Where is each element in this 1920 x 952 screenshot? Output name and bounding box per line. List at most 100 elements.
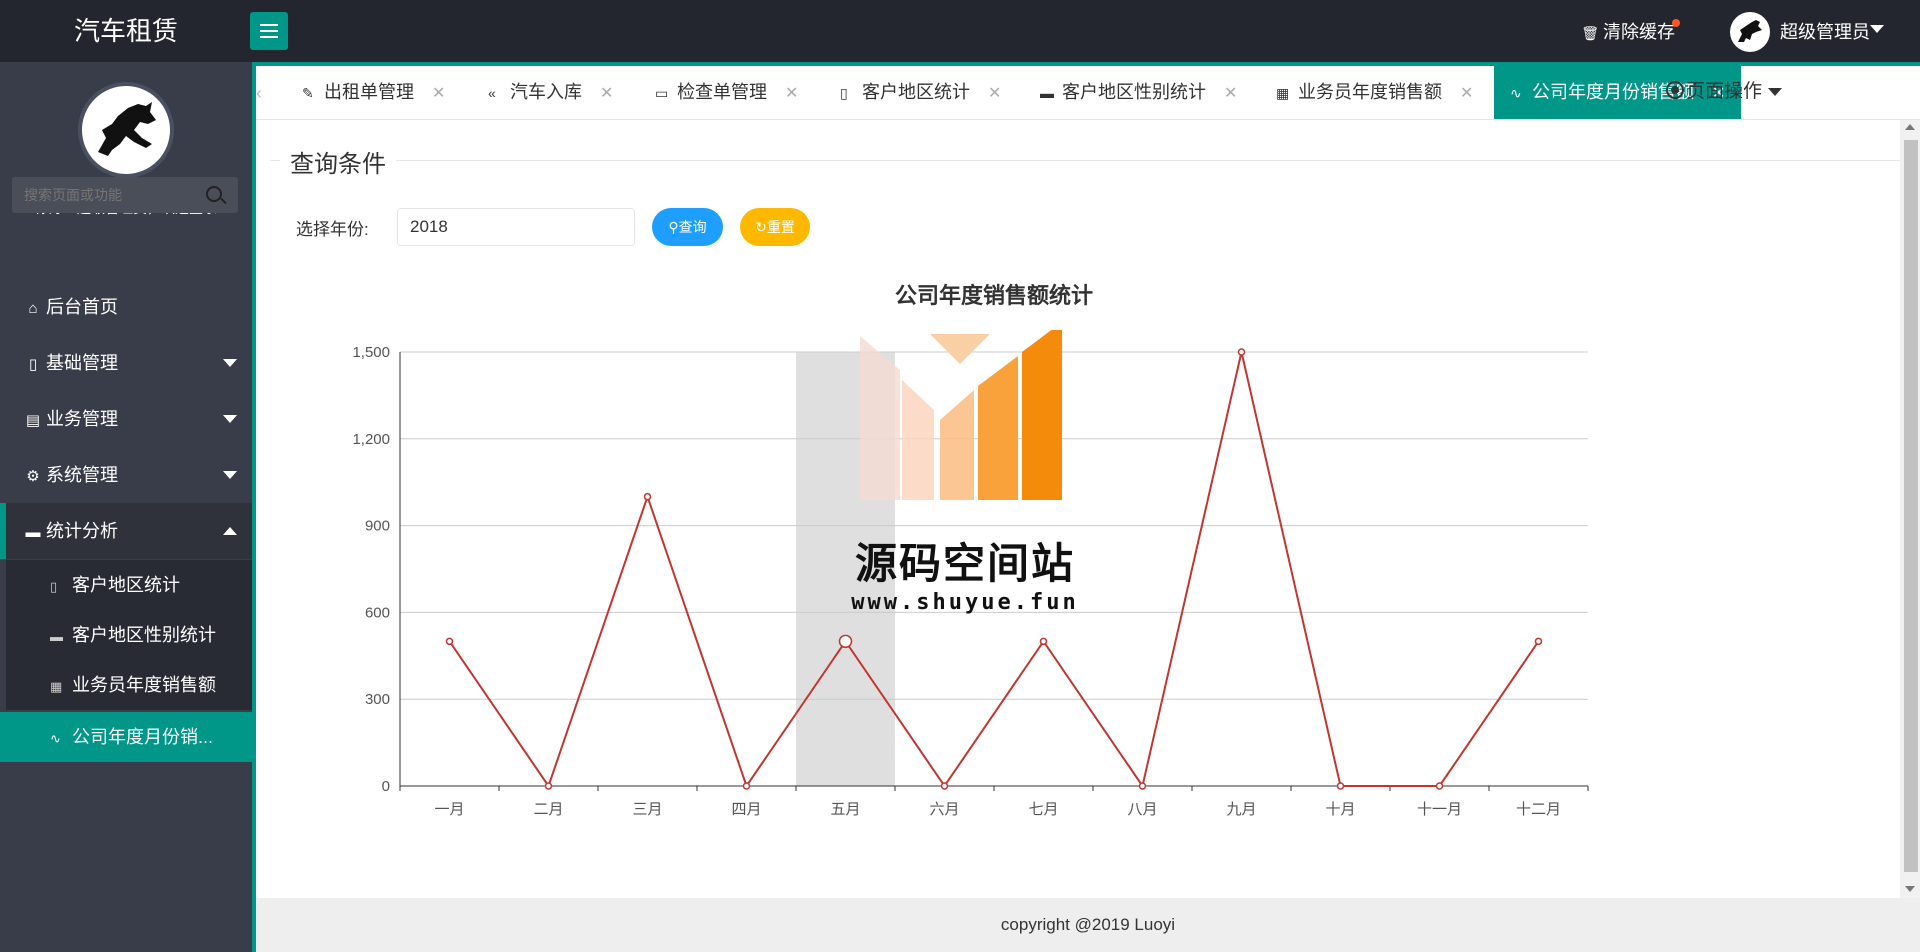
sidebar-item-system[interactable]: ⚙ 系统管理 (0, 447, 252, 503)
data-point (1138, 782, 1147, 790)
sidebar-subitem-company-monthly[interactable]: ∿ 公司年度月份销... (0, 712, 252, 762)
x-tick-label: 九月 (1226, 801, 1256, 818)
close-icon[interactable]: ✕ (785, 85, 798, 102)
close-icon[interactable]: ✕ (432, 85, 445, 102)
y-tick-label: 1,200 (352, 431, 390, 448)
x-tick-label: 五月 (830, 801, 860, 818)
caret-down-icon[interactable] (1870, 25, 1884, 33)
sidebar-item-statistics[interactable]: ▬ 统计分析 (0, 503, 252, 559)
monitor-icon: ▬ (50, 629, 63, 644)
x-tick-label: 十月 (1325, 801, 1355, 818)
statistics-submenu: ▯ 客户地区统计 ▬ 客户地区性别统计 ▦ 业务员年度销售额 (6, 560, 252, 710)
sidebar-item-label: 业务管理 (46, 409, 118, 429)
close-icon[interactable]: ✕ (600, 85, 613, 102)
clipboard-icon: ▯ (50, 579, 58, 594)
close-icon[interactable]: ✕ (1224, 85, 1237, 102)
user-avatar[interactable] (1730, 12, 1770, 52)
tab-customer-region-gender[interactable]: ▬ 客户地区性别统计 ✕ (1024, 66, 1253, 119)
sidebar-subitem-customer-region-gender[interactable]: ▬ 客户地区性别统计 (6, 610, 252, 660)
sidebar-item-label: 系统管理 (46, 465, 118, 485)
clear-cache-button[interactable]: 🗑 清除缓存 (1581, 18, 1675, 44)
data-point (445, 637, 454, 646)
data-point (1336, 782, 1345, 790)
horse-logo-icon (98, 102, 156, 156)
caret-up-icon (223, 527, 237, 535)
tab-salesperson-annual[interactable]: ▦ 业务员年度销售额 ✕ (1260, 66, 1489, 119)
tab-label: 客户地区统计 (862, 82, 970, 102)
search-icon[interactable] (206, 186, 222, 202)
sidebar-item-label: 后台首页 (46, 297, 118, 317)
sidebar-item-label: 基础管理 (46, 353, 118, 373)
sidebar-item-business[interactable]: ▤ 业务管理 (0, 391, 252, 447)
y-tick-label: 0 (382, 778, 390, 795)
monitor-icon: ▬ (25, 524, 41, 541)
x-tick-label: 四月 (731, 801, 761, 818)
x-tick-label: 十二月 (1516, 801, 1561, 818)
y-tick-label: 1,500 (352, 344, 390, 361)
data-point (1237, 348, 1246, 356)
x-tick-label: 一月 (434, 801, 464, 818)
y-tick-label: 600 (365, 604, 390, 621)
menu-toggle-button[interactable] (250, 12, 288, 50)
sidebar-subitem-customer-region[interactable]: ▯ 客户地区统计 (6, 560, 252, 610)
tab-label: 业务员年度销售额 (1298, 82, 1442, 102)
close-icon[interactable]: ✕ (1460, 85, 1473, 102)
sidebar-item-home[interactable]: ⌂ 后台首页 (0, 279, 252, 335)
scroll-up-icon[interactable] (1905, 124, 1915, 130)
pulse-icon: ∿ (1510, 85, 1522, 101)
chart-title: 公司年度销售额统计 (895, 283, 1093, 308)
data-point (838, 634, 853, 649)
tab-scroll-left-icon[interactable]: ‹ (256, 83, 262, 104)
x-tick-label: 七月 (1028, 801, 1058, 818)
caret-down-icon (223, 415, 237, 423)
sidebar-subitem-label: 客户地区统计 (72, 575, 180, 595)
x-tick-label: 八月 (1127, 801, 1157, 818)
trash-icon: 🗑 (1581, 25, 1599, 41)
sidebar-subitem-label: 业务员年度销售额 (72, 675, 216, 695)
data-point (1435, 782, 1444, 790)
building-icon: ▤ (25, 412, 41, 429)
vertical-scrollbar[interactable] (1900, 120, 1920, 898)
sidebar-search-input[interactable] (12, 177, 238, 213)
scroll-down-icon[interactable] (1905, 886, 1915, 892)
page-operations-dropdown[interactable]: 页面操作 (1666, 66, 1783, 119)
x-tick-label: 六月 (929, 801, 959, 818)
hamburger-icon-line (260, 30, 278, 32)
horse-logo-icon (1738, 20, 1762, 42)
data-point (643, 492, 652, 501)
gear-icon: ⚙ (26, 468, 40, 485)
tab-customer-region[interactable]: ▯ 客户地区统计 ✕ (824, 66, 1017, 119)
sidebar-subitem-label: 公司年度月份销... (72, 727, 214, 747)
tab-car-storage[interactable]: « 汽车入库 ✕ (472, 66, 629, 119)
x-tick-label: 十一月 (1417, 801, 1462, 818)
scroll-thumb[interactable] (1904, 140, 1918, 872)
clipboard-icon: ▯ (840, 85, 848, 101)
clear-cache-label: 清除缓存 (1603, 22, 1675, 42)
top-bar: 汽车租赁 🗑 清除缓存 超级管理员 (0, 0, 1920, 62)
radio-dot-icon (1666, 81, 1684, 100)
monitor-icon: ▬ (1040, 85, 1054, 101)
x-tick-label: 三月 (632, 801, 662, 818)
pulse-icon: ∿ (50, 731, 61, 746)
user-name[interactable]: 超级管理员 (1780, 18, 1870, 44)
data-point (1534, 637, 1543, 646)
caret-down-icon (1768, 87, 1783, 96)
sidebar-item-basic[interactable]: ▯ 基础管理 (0, 335, 252, 391)
x-tick-label: 二月 (533, 801, 563, 818)
tab-inspection-orders[interactable]: ▭ 检查单管理 ✕ (639, 66, 814, 119)
app-title[interactable]: 汽车租赁 (0, 0, 252, 62)
sidebar-subitem-salesperson-annual[interactable]: ▦ 业务员年度销售额 (6, 660, 252, 710)
y-tick-label: 300 (365, 691, 390, 708)
sidebar-avatar (78, 82, 174, 178)
double-chevron-left-icon: « (488, 85, 496, 101)
data-point (544, 782, 553, 790)
hamburger-icon (260, 24, 278, 26)
data-point (940, 782, 949, 790)
caret-down-icon (223, 471, 237, 479)
tab-rental-orders[interactable]: ✎ 出租单管理 ✕ (286, 66, 461, 119)
footer: copyright @2019 Luoyi (256, 898, 1920, 952)
sales-line-chart: 公司年度销售额统计 0 300 600 900 1,200 1,500 一月 二月 三月 四月 五月 六… (352, 283, 1589, 818)
close-icon[interactable]: ✕ (988, 85, 1001, 102)
sidebar-item-label: 统计分析 (46, 521, 118, 541)
table-icon: ▦ (1276, 85, 1290, 101)
